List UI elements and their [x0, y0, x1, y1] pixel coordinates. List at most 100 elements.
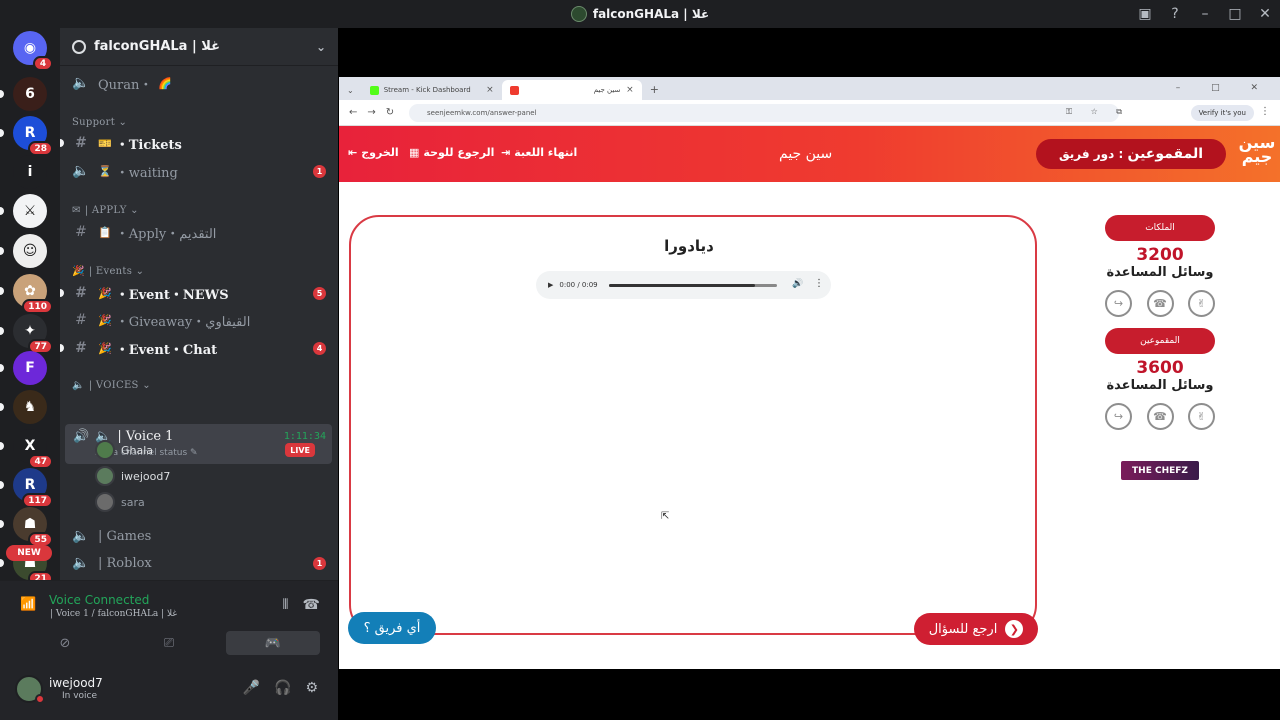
server-initial: X: [24, 438, 36, 454]
server-icon[interactable]: R 117: [13, 468, 53, 508]
category-events[interactable]: 🎉 | Events ⌄: [72, 263, 144, 279]
ticket-icon: 🎫: [98, 136, 112, 150]
hand-icon[interactable]: ✌: [1188, 403, 1215, 430]
toolbar-icons[interactable]: ⚿ ☆ ⧉: [1066, 107, 1130, 117]
close-button[interactable]: ✕: [1250, 0, 1280, 28]
category-support[interactable]: Support ⌄: [72, 114, 127, 130]
activity-button[interactable]: 🎮: [226, 631, 320, 655]
microphone-icon[interactable]: 🎤: [243, 680, 260, 696]
server-icon[interactable]: R 28: [13, 116, 53, 156]
voice-user[interactable]: Ghala LIVE: [95, 438, 327, 462]
help-icon[interactable]: ?: [1160, 0, 1190, 28]
volume-icon[interactable]: 🔊: [792, 279, 803, 289]
channel-label: ・Event・Chat: [115, 342, 218, 358]
channel-label: ・Tickets: [115, 137, 182, 153]
channel-event-news[interactable]: # 🎉 ・Event・NEWS 5: [60, 280, 332, 306]
browser-window-controls[interactable]: – □ ✕: [1176, 83, 1272, 93]
voice-channel-path[interactable]: | Voice 1 / falconGHALa | غلا: [50, 609, 177, 619]
reload-icon[interactable]: ↻: [386, 107, 394, 118]
phone-icon[interactable]: ☎: [1146, 403, 1174, 430]
disconnect-icon[interactable]: ☎: [303, 597, 320, 613]
voice-user-name: sara: [121, 495, 145, 509]
username[interactable]: iwejood7: [49, 676, 103, 690]
menu-icon[interactable]: ⋮: [1260, 106, 1270, 117]
channel-tickets[interactable]: # 🎫 ・Tickets: [60, 130, 332, 156]
server-icon[interactable]: ✦ 77: [13, 314, 53, 354]
noise-suppression-icon[interactable]: ⦀: [282, 597, 288, 613]
server-icon[interactable]: ♞: [13, 390, 47, 424]
server-icon[interactable]: ◉ 4: [13, 31, 53, 71]
end-game-button[interactable]: ⇥ انتهاء اللعبة: [501, 146, 577, 159]
inbox-icon[interactable]: ▣: [1130, 0, 1160, 28]
team-name: المقموعين: [1105, 328, 1215, 354]
phone-icon[interactable]: ☎: [1146, 290, 1174, 317]
back-question-label: ارجع للسؤال: [928, 621, 998, 637]
new-servers-pill[interactable]: NEW: [6, 545, 52, 561]
signal-icon: 📶: [20, 597, 37, 612]
camera-off-button[interactable]: ⊘: [18, 631, 112, 655]
gear-icon[interactable]: ⚙: [305, 680, 318, 696]
swap-icon[interactable]: ↪: [1105, 290, 1132, 317]
hand-icon[interactable]: ✌: [1188, 290, 1215, 317]
server-icon[interactable]: ☗ 55: [13, 507, 53, 547]
status-indicator: [35, 694, 45, 704]
game-logo: سين جيم: [1238, 133, 1276, 166]
headphones-icon[interactable]: 🎧: [274, 680, 291, 696]
forward-arrow-icon[interactable]: →: [367, 107, 375, 118]
grid-icon: ▦: [409, 146, 420, 159]
server-icon[interactable]: i: [13, 155, 47, 189]
server-icon[interactable]: F: [13, 351, 47, 385]
category-label: | Events: [88, 265, 133, 277]
category-voices[interactable]: 🔈 | VOICES ⌄: [72, 377, 151, 393]
server-mention-badge: 28: [28, 141, 53, 156]
browser-tab-kick[interactable]: Stream - Kick Dashboard ×: [362, 80, 502, 100]
server-icon[interactable]: 6: [13, 77, 47, 111]
server-icon[interactable]: ☺: [13, 234, 47, 268]
back-to-question-button[interactable]: ارجع للسؤال ❯: [914, 613, 1038, 645]
channel-waiting[interactable]: 🔈 ⏳ ・waiting 1: [66, 158, 332, 184]
channel-giveaway[interactable]: # 🎉 ・Giveaway・القيفاوي: [66, 307, 332, 333]
new-tab-icon[interactable]: +: [650, 83, 659, 96]
back-arrow-icon[interactable]: ←: [349, 107, 357, 118]
audio-progress-fill: [609, 284, 756, 287]
minimize-button[interactable]: –: [1190, 0, 1220, 28]
screen-share-button[interactable]: ⎚: [122, 631, 216, 655]
swap-icon[interactable]: ↪: [1105, 403, 1132, 430]
close-icon[interactable]: ×: [626, 85, 634, 95]
server-icon[interactable]: ⚔: [13, 194, 47, 228]
speaker-icon: 🔈: [72, 163, 90, 179]
browser-tab-seenjeem[interactable]: سين جيم ×: [501, 80, 642, 100]
exit-button[interactable]: ⇤ الخروج: [348, 146, 399, 159]
audio-progress-bar[interactable]: [609, 284, 777, 287]
channel-quran[interactable]: 🔈 Quran・ 🌈: [66, 70, 332, 96]
channel-event-chat[interactable]: # 🎉 ・Event・Chat 4: [60, 335, 332, 361]
voice-connection-panel: 📶 Voice Connected | Voice 1 / falconGHAL…: [0, 580, 338, 660]
server-icon[interactable]: X 47: [13, 429, 53, 469]
server-icon[interactable]: ✿ 110: [13, 274, 53, 314]
channel-apply[interactable]: # 📋 ・Apply・التقديم: [66, 219, 332, 245]
voice-user[interactable]: iwejood7: [95, 464, 327, 488]
any-team-button[interactable]: أي فريق ؟: [348, 612, 436, 644]
hash-icon: #: [75, 285, 87, 301]
back-to-board-button[interactable]: ▦ الرجوع للوحة: [409, 146, 494, 159]
verify-button[interactable]: Verify it's you: [1190, 105, 1254, 121]
channel-games[interactable]: 🔈 | Games: [66, 523, 332, 549]
voice-user-name: Ghala: [121, 443, 154, 457]
more-options-icon[interactable]: ⋮: [814, 278, 824, 289]
server-header[interactable]: falconGHALa | غلا ⌄: [60, 28, 338, 66]
voice-user[interactable]: sara: [95, 490, 327, 514]
server-unread-pill: [0, 327, 4, 335]
maximize-button[interactable]: □: [1220, 0, 1250, 28]
voice-connected-status[interactable]: Voice Connected: [49, 593, 149, 607]
mention-badge: 1: [313, 165, 326, 178]
server-favicon-icon: [570, 6, 587, 22]
category-apply[interactable]: ✉ | APPLY ⌄: [72, 202, 139, 218]
channel-label: Quran・: [98, 77, 153, 93]
play-icon[interactable]: ▶: [548, 281, 553, 289]
close-icon[interactable]: ×: [486, 85, 494, 95]
channel-roblox[interactable]: 🔈 | Roblox 1: [66, 550, 332, 576]
chevron-down-icon[interactable]: ⌄: [347, 86, 354, 95]
audio-player[interactable]: ▶ 0:00 / 0:09 🔊 ⋮: [536, 271, 831, 299]
address-bar[interactable]: seenjeemkw.com/answer-panel: [409, 104, 1119, 122]
tab-title: سين جيم: [593, 86, 621, 94]
